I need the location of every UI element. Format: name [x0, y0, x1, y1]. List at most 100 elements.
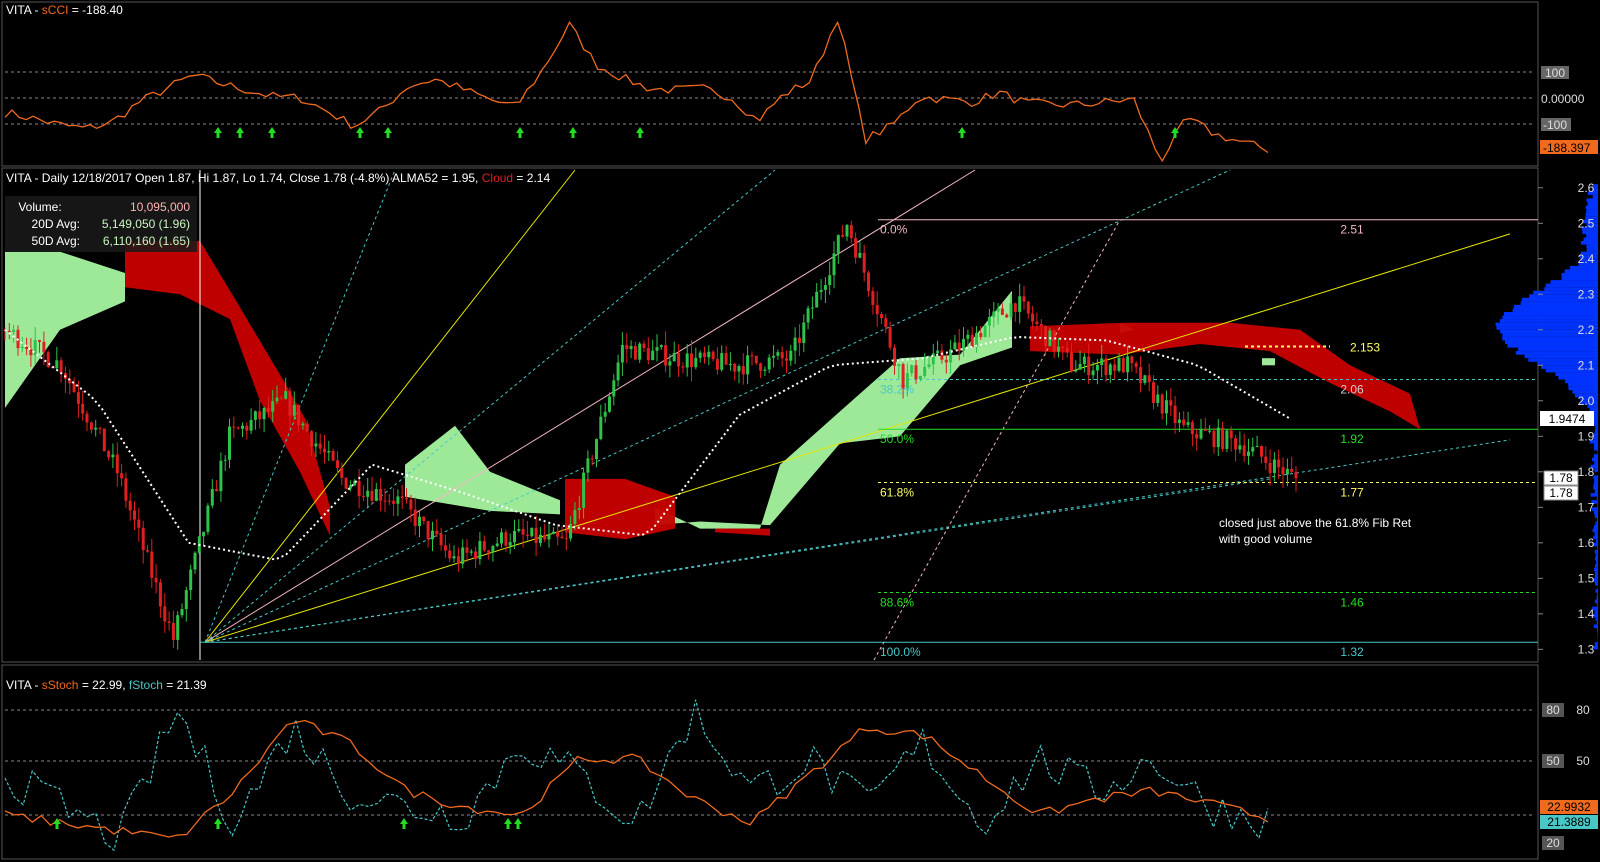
candle-body [1290, 469, 1294, 472]
candle-body [746, 355, 750, 375]
candle-body [776, 352, 780, 356]
volume-profile-bar [1583, 237, 1598, 242]
volume-profile-bar [1595, 589, 1598, 593]
candle-body [888, 327, 892, 348]
candle-body [232, 426, 236, 428]
volume-profile-bar [1593, 432, 1598, 437]
candle-body [785, 358, 788, 361]
candle-body [487, 550, 491, 553]
fstoch-tag: 21.3889 [1547, 815, 1591, 829]
fib-level-pct: 38.2% [880, 382, 914, 396]
candle-body [789, 350, 793, 361]
candle-body [1039, 324, 1043, 327]
candle-body [754, 355, 758, 364]
candle-body [1247, 451, 1250, 456]
candle-body [763, 369, 767, 371]
volume-profile-bar [1594, 525, 1598, 529]
candle-body [858, 252, 862, 258]
candle-body [1238, 445, 1242, 450]
stoch-tag-80-box: 80 [1546, 703, 1560, 717]
candle-body [987, 316, 991, 326]
candle-body [759, 363, 763, 371]
candle-body [1070, 352, 1073, 372]
candle-body [301, 423, 305, 426]
candle-body [435, 530, 439, 535]
volume-profile-bar [1596, 496, 1598, 501]
candle-body [215, 489, 219, 492]
volume-profile-bar [1597, 631, 1598, 636]
candle-body [530, 527, 534, 537]
candle-body [664, 345, 668, 366]
stoch-title: VITA - sStoch = 22.99, fStoch = 21.39 [6, 678, 207, 692]
candle-body [1126, 356, 1130, 373]
candle-body [223, 459, 227, 461]
candle-body [115, 454, 119, 474]
candle-body [556, 531, 560, 537]
volume-profile-bar [1590, 493, 1598, 497]
candle-body [102, 428, 106, 452]
candle-body [331, 451, 335, 461]
candle-body [603, 411, 607, 417]
candle-body [310, 431, 314, 447]
volume-profile-bar [1565, 379, 1598, 384]
candle-body [586, 458, 590, 473]
candle-body [940, 350, 944, 360]
candle-body [266, 408, 270, 412]
candle-body [1264, 456, 1268, 463]
candle-body [672, 352, 676, 362]
candle-body [953, 342, 957, 350]
candle-body [171, 623, 175, 640]
candle-body [1216, 427, 1220, 448]
resistance-label: 2.153 [1350, 340, 1380, 354]
candle-body [387, 500, 391, 502]
volume-profile-bar [1502, 336, 1598, 341]
candle-body [513, 530, 516, 543]
cci-panel: VITA - sCCI = -188.40 100 0.00000 -100 -… [1, 1, 1598, 167]
fib-level-pct: 100.0% [880, 645, 921, 659]
candle-body [413, 509, 417, 526]
stoch-panel-frame [1, 664, 1539, 860]
candle-body [711, 351, 715, 360]
candle-body [802, 322, 806, 343]
candle-body [737, 366, 741, 372]
candle-body [448, 550, 452, 559]
candle-body [482, 541, 486, 551]
volume-profile-bar [1594, 443, 1598, 447]
candle-body [184, 590, 188, 609]
candle-body [936, 350, 940, 354]
candle-body [767, 357, 771, 370]
candle-body [996, 308, 1000, 312]
close-tag-2: 1.78 [1549, 486, 1573, 500]
candle-body [582, 472, 586, 508]
candle-body [12, 329, 16, 333]
volume-profile-bar [1595, 617, 1598, 621]
candle-body [1100, 358, 1104, 365]
volume-profile-bar [1550, 280, 1598, 284]
cci-tag-minus100: -100 [1543, 118, 1567, 132]
candle-body [443, 545, 447, 551]
candle-body [253, 411, 257, 420]
candle-body [76, 392, 80, 404]
candle-body [163, 606, 167, 622]
volume-profile-bar [1586, 233, 1598, 238]
price-tick-label: 1.5 [1578, 571, 1595, 585]
price-tick-label: 1.7 [1578, 500, 1595, 514]
fib-level-price: 2.51 [1340, 223, 1364, 237]
volume-profile-bar [1502, 315, 1598, 320]
fib-level-price: 1.32 [1340, 645, 1364, 659]
candle-body [120, 473, 124, 479]
candle-body [55, 360, 59, 369]
volume-profile-bar [1594, 429, 1598, 433]
candle-body [547, 534, 551, 540]
volume-profile-bar [1593, 624, 1598, 629]
candle-body [845, 225, 849, 237]
stoch-tag-20-box: 20 [1546, 836, 1560, 850]
candle-body [1009, 303, 1013, 318]
candle-body [1031, 313, 1035, 322]
candle-body [1277, 459, 1281, 468]
candle-body [577, 507, 581, 510]
candle-body [193, 552, 197, 570]
candle-body [1234, 438, 1238, 450]
candle-body [810, 307, 814, 309]
volume-profile-bar [1595, 425, 1598, 430]
